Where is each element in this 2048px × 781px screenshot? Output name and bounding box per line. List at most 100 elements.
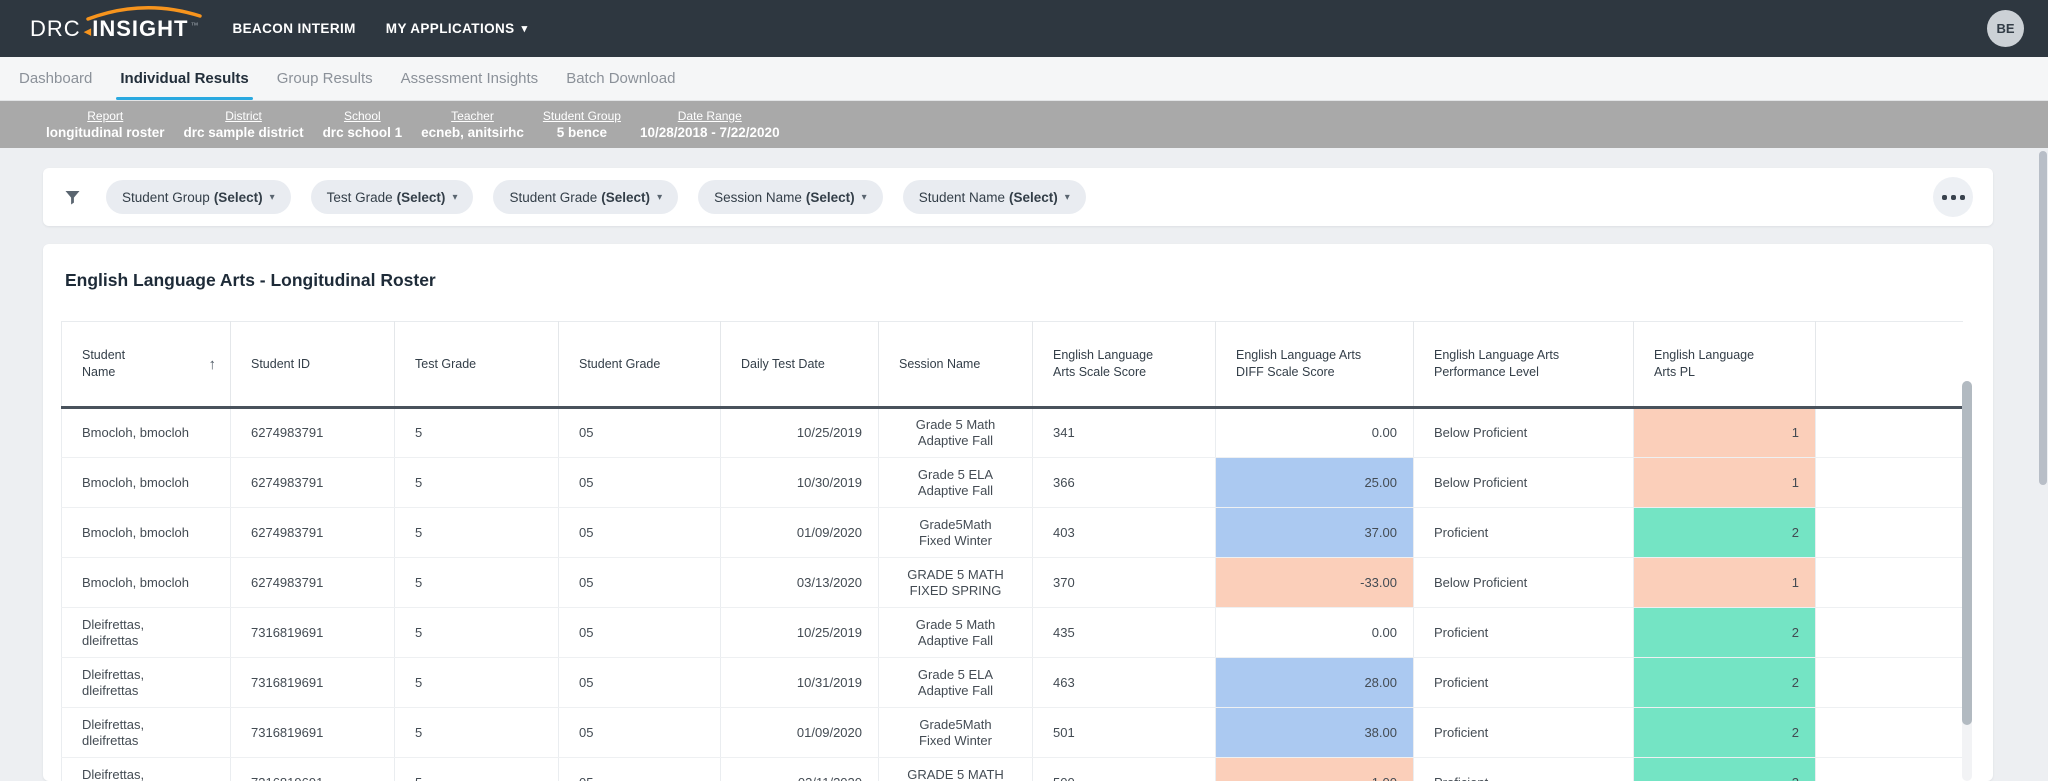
column-header-ela-diff-scale-score[interactable]: English Language Arts DIFF Scale Score [1215, 321, 1414, 409]
cell-text: 1 [1791, 574, 1799, 590]
tab-dashboard[interactable]: Dashboard [5, 57, 106, 100]
context-student-group-label[interactable]: Student Group [543, 109, 621, 123]
cell-text: 05 [579, 775, 593, 781]
context-student-group: Student Group 5 bence [541, 109, 623, 140]
cell-text: 0.00 [1371, 624, 1397, 640]
filter-label: Test Grade [326, 189, 393, 205]
cell-text: Proficient [1434, 775, 1488, 781]
cell-text: GRADE 5 MATH FIXED SPRING [907, 766, 1004, 781]
filter-student-grade-dropdown[interactable]: Student Grade (Select) ▾ [493, 180, 679, 214]
cell-perf_level: Below Proficient [1413, 457, 1634, 508]
context-teacher-label[interactable]: Teacher [421, 109, 524, 123]
page-scrollbar-thumb[interactable] [2039, 151, 2047, 485]
column-header-ela-scale-score[interactable]: English Language Arts Scale Score [1032, 321, 1216, 409]
cell-student_name: Dleifrettas, dleifrettas [61, 757, 231, 781]
cell-test_date: 10/25/2019 [720, 607, 879, 658]
column-header-student-name[interactable]: Student Name ↑ [61, 321, 231, 409]
cell-text: 2 [1791, 674, 1799, 690]
column-header-ela-pl[interactable]: English Language Arts PL [1633, 321, 1816, 409]
cell-student_id: 6274983791 [230, 407, 395, 458]
column-header-daily-test-date[interactable]: Daily Test Date [720, 321, 879, 409]
cell-student_name: Bmocloh, bmocloh [61, 407, 231, 458]
cell-text: 37.00 [1364, 524, 1397, 540]
tab-batch-download[interactable]: Batch Download [552, 57, 689, 100]
report-title: English Language Arts - Longitudinal Ros… [65, 270, 436, 290]
cell-test_grade: 5 [394, 607, 559, 658]
filter-session-name-dropdown[interactable]: Session Name (Select) ▾ [698, 180, 883, 214]
context-date-range-label[interactable]: Date Range [640, 109, 780, 123]
cell-text: Grade 5 Math Adaptive Fall [915, 616, 996, 648]
context-report: Report longitudinal roster [44, 109, 167, 140]
cell-text: 435 [1053, 624, 1075, 640]
more-options-button[interactable] [1933, 177, 1973, 217]
context-teacher-value: ecneb, anitsirhc [421, 125, 524, 140]
context-school-label[interactable]: School [323, 109, 403, 123]
column-header-student-id[interactable]: Student ID [230, 321, 395, 409]
filter-value: (Select) [601, 189, 651, 205]
context-student-group-value: 5 bence [556, 125, 608, 140]
column-header-student-grade[interactable]: Student Grade [558, 321, 721, 409]
cell-student_grade: 05 [558, 407, 721, 458]
filter-student-group-dropdown[interactable]: Student Group (Select) ▾ [106, 180, 291, 214]
context-district-label[interactable]: District [184, 109, 304, 123]
cell-text: 05 [579, 524, 594, 540]
cell-scale_score: 501 [1032, 707, 1216, 758]
filter-label: Student Name [918, 189, 1006, 205]
filter-icon [65, 190, 80, 205]
tab-assessment-insights[interactable]: Assessment Insights [387, 57, 553, 100]
my-applications-menu[interactable]: MY APPLICATIONS ▾ [386, 21, 528, 36]
cell-perf_level: Proficient [1413, 657, 1634, 708]
filter-value: (Select) [213, 189, 263, 205]
cell-test_date: 10/30/2019 [720, 457, 879, 508]
top-navbar: DRC ◂ INSIGHT ™ BEACON INTERIM MY APPLIC… [0, 0, 2048, 57]
cell-session: Grade5Math Fixed Winter [878, 707, 1033, 758]
tab-individual-results[interactable]: Individual Results [106, 57, 262, 100]
filter-label: Student Grade [509, 189, 598, 205]
cell-text: 01/09/2020 [796, 724, 862, 740]
context-date-range-value: 10/28/2018 - 7/22/2020 [639, 125, 780, 140]
cell-perf_level: Proficient [1413, 707, 1634, 758]
cell-text: 2 [1792, 775, 1799, 781]
cell-text: 10/25/2019 [796, 425, 862, 440]
column-header-ela-performance-level[interactable]: English Language Arts Performance Level [1413, 321, 1634, 409]
cell-session: Grade5Math Fixed Winter [878, 507, 1033, 558]
cell-text: Bmocloh, bmocloh [82, 574, 189, 590]
column-header-session-name[interactable]: Session Name [878, 321, 1033, 409]
report-card: English Language Arts - Longitudinal Ros… [43, 244, 1993, 781]
table-row: Dleifrettas, dleifrettas 7316819691 5 05 10/… [61, 607, 1963, 658]
cell-student_id: 7316819691 [230, 707, 395, 758]
table-row: Dleifrettas, dleifrettas 7316819691 5 05 10/… [61, 657, 1963, 708]
cell-test_grade: 5 [394, 707, 559, 758]
cell-scale_score: 370 [1032, 557, 1216, 608]
cell-spacer [1815, 607, 1963, 658]
user-avatar[interactable]: BE [1987, 10, 2024, 47]
filter-student-name-dropdown[interactable]: Student Name (Select) ▾ [902, 180, 1086, 214]
cell-perf_level: Proficient [1413, 757, 1634, 781]
cell-diff_score: 37.00 [1215, 507, 1414, 558]
cell-text: -33.00 [1360, 574, 1397, 590]
table-row: Bmocloh, bmocloh 6274983791 5 05 10/25/2019 G… [61, 407, 1963, 458]
tab-group-results[interactable]: Group Results [263, 57, 387, 100]
column-header-test-grade[interactable]: Test Grade [394, 321, 559, 409]
logo-text-drc: DRC [30, 15, 81, 41]
cell-test_date: 10/25/2019 [720, 407, 879, 458]
table-scrollbar-thumb[interactable] [1962, 381, 1972, 725]
cell-pl: 1 [1633, 457, 1816, 508]
chevron-down-icon: ▾ [861, 191, 867, 203]
context-date-range: Date Range 10/28/2018 - 7/22/2020 [638, 109, 782, 140]
cell-text: 7316819691 [251, 674, 324, 690]
cell-text: 5 [415, 724, 423, 740]
filter-test-grade-dropdown[interactable]: Test Grade (Select) ▾ [310, 180, 474, 214]
cell-text: 501 [1053, 724, 1075, 740]
cell-test_grade: 5 [394, 457, 559, 508]
cell-test_grade: 5 [394, 507, 559, 558]
filter-value: (Select) [396, 189, 446, 205]
context-report-label[interactable]: Report [46, 109, 165, 123]
cell-student_id: 6274983791 [230, 557, 395, 608]
table-scrollbar-track[interactable] [1962, 381, 1972, 781]
drc-insight-logo[interactable]: DRC ◂ INSIGHT ™ [30, 5, 202, 42]
filter-value: (Select) [805, 189, 855, 205]
cell-text: 38.00 [1364, 724, 1397, 740]
filter-label: Session Name [714, 189, 802, 205]
context-report-value: longitudinal roster [46, 125, 165, 140]
